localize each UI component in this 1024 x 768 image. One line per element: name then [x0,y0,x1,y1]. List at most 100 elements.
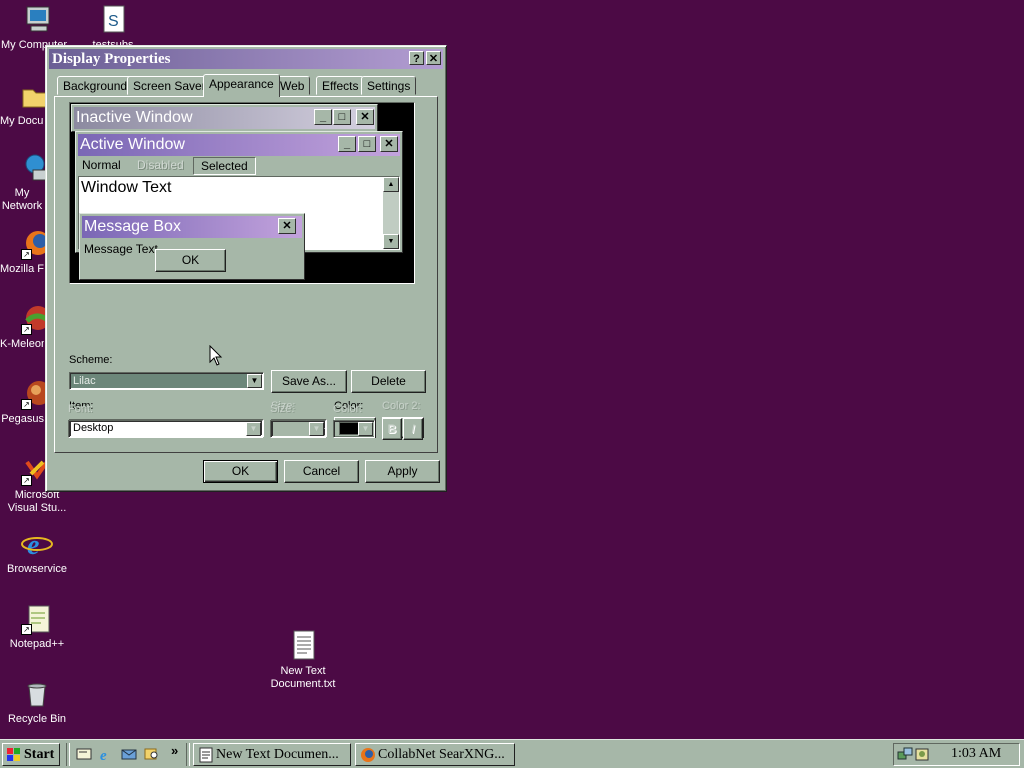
outlook-express-icon[interactable] [121,746,137,762]
item-color2-label: Color 2: [382,400,421,412]
bold-button[interactable]: B [382,418,402,440]
tab-background[interactable]: Background [57,76,134,95]
desktop-icon-recycle-bin[interactable]: Recycle Bin [0,678,74,726]
preview-scrollbar: ▲ ▼ [383,177,399,249]
close-icon: ✕ [356,109,374,125]
chevron-down-icon: ▼ [247,374,262,388]
preview-window-text: Window Text [81,179,172,196]
scheme-label: Scheme: [69,354,113,366]
close-icon: ✕ [278,218,296,234]
appearance-tab-panel: Inactive Window _ □ ✕ Active Window _ □ … [54,96,438,453]
network-tray-icon[interactable] [897,746,913,762]
internet-explorer-icon[interactable]: e [98,746,114,762]
start-button[interactable]: Start [2,743,60,766]
preview-inactive-window: Inactive Window _ □ ✕ [71,104,378,132]
shortcut-arrow-icon: ↗ [21,249,32,260]
start-label: Start [24,747,55,762]
tab-screen-saver[interactable]: Screen Saver [127,76,212,95]
desktop-icon-label: My Network Places [1,187,43,212]
shortcut-arrow-icon: ↗ [21,475,32,486]
chevron-down-icon: ▼ [309,422,324,436]
quick-launch-separator [66,743,70,766]
notepad-plus-plus-icon: ↗ [21,603,53,635]
desktop-icon-new-text-document[interactable]: New Text Document.txt [266,630,340,691]
scheme-value: Lilac [73,375,96,387]
minimize-icon: _ [314,109,332,125]
search-icon[interactable] [144,746,160,762]
maximize-icon: □ [358,136,376,152]
shortcut-arrow-icon: ↗ [21,624,32,635]
preview-active-title: Active Window [80,136,185,153]
display-properties-dialog: Display Properties ? ✕ Background Screen… [45,45,447,492]
desktop-icon-label: New Text Document.txt [270,665,336,690]
system-tray: 1:03 AM [893,743,1020,766]
notepad-icon [199,747,213,763]
delete-button[interactable]: Delete [351,370,426,393]
computer-icon [21,4,53,36]
desktop-icon-label: K-Meleon [0,338,44,350]
taskbar: Start e » New Text Documen... CollabNet … [0,739,1024,768]
apply-button[interactable]: Apply [365,460,440,483]
scheme-selected-highlight [71,374,247,388]
font-size-select[interactable]: ▼ [270,420,326,438]
svg-text:e: e [27,530,39,560]
desktop-icon-notepad-plus-plus[interactable]: ↗ Notepad++ [0,603,74,651]
volume-tray-icon[interactable] [914,746,930,762]
font-label: Font: [68,403,94,415]
minimize-icon: _ [338,136,356,152]
save-as-button[interactable]: Save As... [271,370,347,393]
preview-menu-selected: Selected [193,157,256,175]
dialog-titlebar[interactable]: Display Properties ? ✕ [49,49,443,69]
font-color-select[interactable]: ▼ [333,420,375,438]
taskbar-task-firefox[interactable]: CollabNet SearXNG... [355,743,515,766]
preview-menu-normal: Normal [82,158,121,172]
desktop-icon-label: Microsoft Visual Stu... [7,489,67,514]
recycle-bin-icon [21,678,53,710]
tab-appearance[interactable]: Appearance [203,74,280,97]
svg-text:S: S [108,13,119,30]
italic-button[interactable]: I [403,418,423,440]
desktop-icon-browservice[interactable]: e Browservice [0,528,74,576]
task-label: CollabNet SearXNG... [378,747,505,762]
font-size-label: Size: [270,403,295,415]
font-color-label: Color: [333,403,363,415]
tab-settings[interactable]: Settings [361,76,417,95]
chevron-down-icon: ▼ [358,422,373,436]
close-icon: ✕ [380,136,398,152]
appearance-preview[interactable]: Inactive Window _ □ ✕ Active Window _ □ … [69,102,415,284]
quick-launch-more-icon[interactable]: » [171,743,178,758]
scheme-select[interactable]: Lilac ▼ [69,372,264,390]
chevron-down-icon: ▼ [246,422,261,436]
preview-message-box: Message Box ✕ Message Text OK [79,213,305,280]
preview-inactive-title: Inactive Window [76,109,193,126]
scroll-down-icon: ▼ [383,234,399,249]
preview-menu-disabled: Disabled [137,158,184,172]
task-separator [186,743,190,766]
show-desktop-icon[interactable] [76,746,92,762]
font-select[interactable]: ▼ [68,420,263,438]
clock[interactable]: 1:03 AM [951,746,1001,762]
ok-button[interactable]: OK [203,460,278,483]
cancel-button[interactable]: Cancel [284,460,359,483]
dialog-title: Display Properties [52,51,171,67]
preview-message-text: Message Text [84,242,158,256]
text-file-icon [287,630,319,662]
internet-explorer-icon: e [21,528,53,561]
help-button[interactable]: ? [409,51,424,65]
desktop-icon-label: Recycle Bin [7,713,67,725]
scroll-up-icon: ▲ [383,177,399,192]
desktop-icon-label: Pegasus [1,413,44,425]
desktop-icon-label: My Documents [0,115,44,127]
taskbar-task-notepad[interactable]: New Text Documen... [193,743,351,766]
task-label: New Text Documen... [216,747,339,762]
desktop-icon-label: Browservice [7,563,67,575]
svg-text:e: e [100,748,107,762]
preview-message-title: Message Box [84,218,181,235]
desktop-icon-label: Mozilla Firefox [0,263,44,275]
preview-active-titlebar: Active Window _ □ ✕ [78,134,400,156]
tab-effects[interactable]: Effects [316,76,365,95]
firefox-icon [361,748,375,762]
close-button[interactable]: ✕ [426,51,441,65]
windows-logo-icon [7,748,20,761]
desktop-icon-label: Notepad++ [9,638,65,650]
